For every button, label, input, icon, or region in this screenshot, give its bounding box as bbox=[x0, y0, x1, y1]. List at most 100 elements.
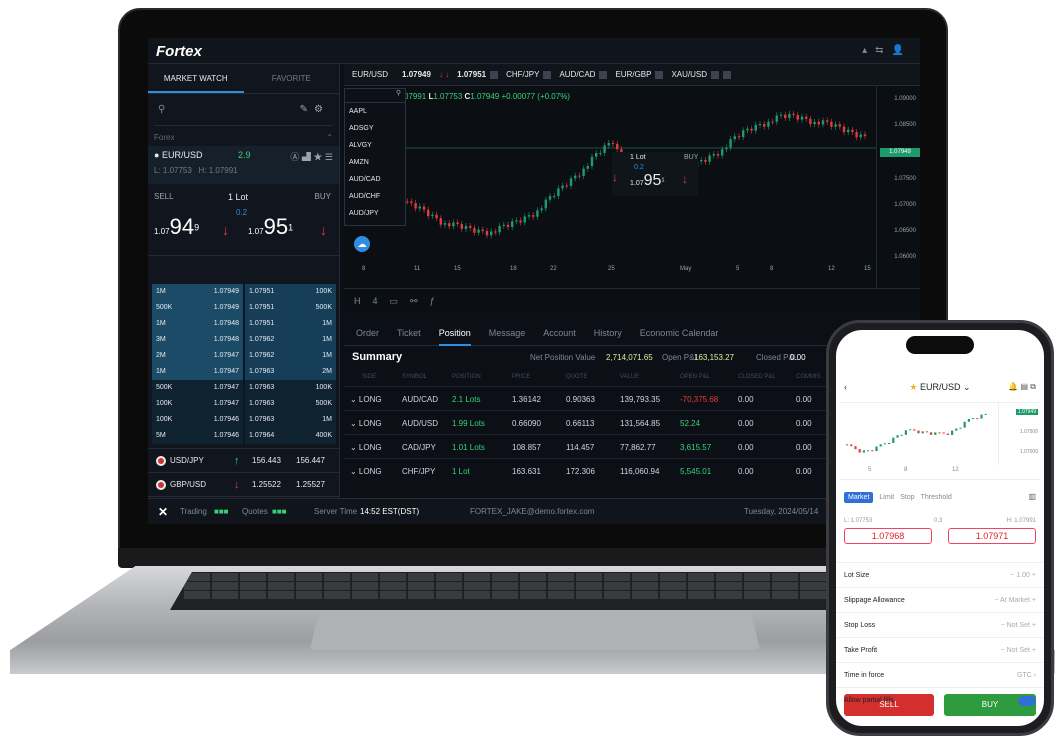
panel-tab[interactable]: Ticket bbox=[397, 328, 421, 338]
field-value[interactable]: − Not Set + bbox=[1001, 638, 1036, 663]
buy-label[interactable]: BUY bbox=[315, 192, 331, 201]
search-icon[interactable]: ⚲ bbox=[158, 104, 165, 115]
chart-quick-trade[interactable]: 1 Lot 0.2 BUY ↓ 1.07951 ↓ bbox=[612, 152, 698, 196]
cloud-icon[interactable]: ☁ bbox=[354, 236, 370, 252]
order-type-tab[interactable]: Stop bbox=[900, 494, 914, 501]
tab-eurgbp[interactable]: EUR/GBP bbox=[615, 70, 651, 79]
timeframe-selector[interactable]: H4 bbox=[354, 296, 390, 306]
panel-tab[interactable]: Economic Calendar bbox=[640, 328, 719, 338]
tab-chfjpy[interactable]: CHF/JPY bbox=[506, 70, 539, 79]
order-field[interactable]: Slippage Allowance − At Market + bbox=[836, 587, 1044, 612]
lot-selector[interactable]: 1 Lot bbox=[228, 192, 248, 202]
ask-cell[interactable]: 1.07951 500K bbox=[245, 300, 336, 316]
book-row[interactable]: 3M 1.07948 1.07962 1M bbox=[152, 332, 336, 348]
panel-tab[interactable]: History bbox=[594, 328, 622, 338]
ask-cell[interactable]: 1.07963 1M bbox=[245, 412, 336, 428]
chart-icon[interactable]: ▥ bbox=[1028, 492, 1036, 501]
book-row[interactable]: 1M 1.07949 1.07951 100K bbox=[152, 284, 336, 300]
buy-price[interactable]: 1.07951 bbox=[248, 214, 293, 240]
dropdown-item[interactable]: AUD/JPY bbox=[345, 205, 405, 222]
ask-cell[interactable]: 1.07963 100K bbox=[245, 380, 336, 396]
ask-cell[interactable]: 1.07964 400K bbox=[245, 428, 336, 444]
field-value[interactable]: − 1.00 + bbox=[1010, 563, 1036, 588]
sell-label[interactable]: SELL bbox=[154, 192, 174, 201]
bid-cell[interactable]: 2M 1.07947 bbox=[152, 348, 243, 364]
tab-favorite[interactable]: FAVORITE bbox=[244, 64, 340, 93]
indicator-icon[interactable]: ⚯ bbox=[410, 296, 430, 306]
book-row[interactable]: 2M 1.07947 1.07962 1M bbox=[152, 348, 336, 364]
symbol-search[interactable]: ⚲ ✎⚙ bbox=[154, 98, 333, 126]
ask-cell[interactable]: 1.07963 2M bbox=[245, 364, 336, 380]
bid-cell[interactable]: 1M 1.07949 bbox=[152, 284, 243, 300]
order-type-tab[interactable]: Market bbox=[844, 492, 874, 503]
mobile-buy-price[interactable]: 1.07971 bbox=[948, 528, 1036, 544]
order-field[interactable]: Time in force GTC › bbox=[836, 662, 1044, 687]
book-row[interactable]: 1M 1.07947 1.07963 2M bbox=[152, 364, 336, 380]
order-field[interactable]: Lot Size − 1.00 + bbox=[836, 562, 1044, 587]
panel-tab[interactable]: Order bbox=[356, 328, 379, 338]
dropdown-item[interactable]: ALVGY bbox=[345, 137, 405, 154]
top-bar-icons[interactable]: ▴⇆👤 bbox=[862, 45, 912, 56]
close-icon[interactable] bbox=[655, 70, 664, 79]
order-field[interactable]: Take Profit − Not Set + bbox=[836, 637, 1044, 662]
bid-cell[interactable]: 500K 1.07947 bbox=[152, 380, 243, 396]
add-tab-icon[interactable] bbox=[723, 70, 732, 79]
tab-xauusd[interactable]: XAU/USD bbox=[671, 70, 707, 79]
bid-cell[interactable]: 1M 1.07948 bbox=[152, 316, 243, 332]
mobile-chart[interactable]: 1.07949 1.07500 1.07000 5 8 12 bbox=[840, 402, 1040, 480]
book-row[interactable]: 500K 1.07949 1.07951 500K bbox=[152, 300, 336, 316]
ask-cell[interactable]: 1.07963 500K bbox=[245, 396, 336, 412]
order-field[interactable]: Allow partial fills bbox=[836, 687, 1044, 712]
panel-tab[interactable]: Position bbox=[438, 320, 471, 346]
panel-tab[interactable]: Account bbox=[543, 328, 576, 338]
dropdown-item[interactable]: ADSGY bbox=[345, 120, 405, 137]
book-row[interactable]: 500K 1.07947 1.07963 100K bbox=[152, 380, 336, 396]
user-account[interactable]: FORTEX_JAKE@demo.fortex.com bbox=[470, 507, 594, 516]
ask-cell[interactable]: 1.07962 1M bbox=[245, 332, 336, 348]
book-row[interactable]: 1M 1.07948 1.07951 1M bbox=[152, 316, 336, 332]
bid-cell[interactable]: 3M 1.07948 bbox=[152, 332, 243, 348]
order-type-tab[interactable]: Limit bbox=[879, 494, 894, 501]
tab-market-watch[interactable]: MARKET WATCH bbox=[148, 64, 244, 93]
dropdown-item[interactable]: AAPL bbox=[345, 103, 405, 120]
close-icon[interactable] bbox=[543, 70, 552, 79]
book-row[interactable]: 5M 1.07946 1.07964 400K bbox=[152, 428, 336, 444]
ask-cell[interactable]: 1.07951 100K bbox=[245, 284, 336, 300]
edit-settings-icons[interactable]: ✎⚙ bbox=[300, 104, 329, 115]
dropdown-item[interactable]: AUD/CHF bbox=[345, 188, 405, 205]
bid-cell[interactable]: 5M 1.07946 bbox=[152, 428, 243, 444]
function-icon[interactable]: ƒ bbox=[430, 296, 447, 306]
close-icon[interactable] bbox=[711, 70, 720, 79]
watchlist-row[interactable]: GBP/USD ↓ 1.25522 1.25527 bbox=[148, 472, 340, 496]
symbol-row-eurusd[interactable]: ● EUR/USD 2.9 Ⓐ ▟ ★ ☰ L: 1.07753 H: 1.07… bbox=[148, 146, 339, 184]
book-row[interactable]: 100K 1.07946 1.07963 1M bbox=[152, 412, 336, 428]
sell-price[interactable]: 1.07949 bbox=[154, 214, 199, 240]
star-icon[interactable]: ★ bbox=[909, 382, 917, 392]
chart-type-icon[interactable]: ▭ bbox=[390, 296, 411, 306]
price-chart[interactable]: 07991 L1.07753 C1.07949 +0.00077 (+0.07%… bbox=[344, 86, 920, 290]
field-value[interactable]: GTC › bbox=[1017, 663, 1036, 688]
watchlist-row[interactable]: USD/JPY ↑ 156.443 156.447 bbox=[148, 448, 340, 472]
order-field[interactable]: Stop Loss − Not Set + bbox=[836, 612, 1044, 637]
close-icon[interactable] bbox=[490, 70, 499, 79]
symbol-actions-icons[interactable]: Ⓐ ▟ ★ ☰ bbox=[290, 150, 333, 163]
mobile-sell-price[interactable]: 1.07968 bbox=[844, 528, 932, 544]
ask-cell[interactable]: 1.07962 1M bbox=[245, 348, 336, 364]
tab-eurusd[interactable]: EUR/USD bbox=[352, 70, 388, 79]
book-row[interactable]: 100K 1.07947 1.07963 500K bbox=[152, 396, 336, 412]
bid-cell[interactable]: 500K 1.07949 bbox=[152, 300, 243, 316]
tab-audcad[interactable]: AUD/CAD bbox=[559, 70, 595, 79]
dropdown-item[interactable]: AMZN bbox=[345, 154, 405, 171]
toggle-switch[interactable] bbox=[1018, 696, 1036, 706]
bid-cell[interactable]: 1M 1.07947 bbox=[152, 364, 243, 380]
bid-cell[interactable]: 100K 1.07947 bbox=[152, 396, 243, 412]
collapse-icon[interactable]: ⌃ bbox=[326, 130, 333, 146]
forex-group-header[interactable]: Forex ⌃ bbox=[148, 130, 339, 146]
ask-cell[interactable]: 1.07951 1M bbox=[245, 316, 336, 332]
order-type-tab[interactable]: Threshold bbox=[921, 494, 952, 501]
bid-cell[interactable]: 100K 1.07946 bbox=[152, 412, 243, 428]
dropdown-item[interactable]: AUD/CAD bbox=[345, 171, 405, 188]
panel-tab[interactable]: Message bbox=[489, 328, 526, 338]
bell-calendar-link-icons[interactable]: 🔔 ▤ ⧉ bbox=[1008, 382, 1036, 392]
field-value[interactable]: − At Market + bbox=[994, 588, 1036, 613]
